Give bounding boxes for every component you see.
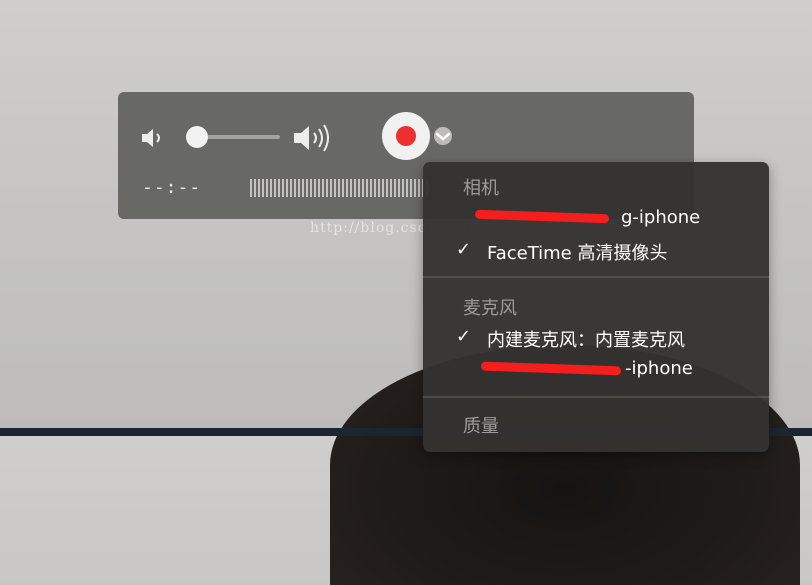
level-meter-bar (306, 179, 308, 197)
quality-section-header: 质量 (463, 416, 499, 437)
level-meter-bar (414, 179, 416, 197)
level-meter-bar (406, 179, 408, 197)
camera-option-facetime[interactable]: FaceTime 高清摄像头 (487, 239, 667, 265)
level-meter-bar (394, 179, 396, 197)
level-meter-bar (282, 179, 284, 197)
level-meter-bar (346, 179, 348, 197)
level-meter-bar (362, 179, 364, 197)
microphone-section-header: 麦克风 (463, 298, 517, 319)
menu-separator (423, 396, 769, 398)
level-meter-bar (358, 179, 360, 197)
menu-separator (423, 276, 769, 278)
level-meter-bar (418, 179, 420, 197)
volume-slider-track[interactable] (196, 135, 280, 139)
recording-options-menu: 相机 g-iphone ✓ FaceTime 高清摄像头 麦克风 ✓ 内建麦克风… (423, 162, 769, 452)
record-button[interactable] (382, 112, 430, 160)
level-meter-bar (342, 179, 344, 197)
level-meter-bar (294, 179, 296, 197)
level-meter-bar (262, 179, 264, 197)
level-meter-bar (250, 179, 252, 197)
level-meter-bar (258, 179, 260, 197)
level-meter-bar (338, 179, 340, 197)
checkmark-icon: ✓ (456, 326, 472, 347)
level-meter-bar (378, 179, 380, 197)
level-meter-bar (386, 179, 388, 197)
level-meter-bar (330, 179, 332, 197)
level-meter-bar (318, 179, 320, 197)
level-meter-bar (350, 179, 352, 197)
speaker-high-icon[interactable] (292, 122, 336, 154)
level-meter-bar (286, 179, 288, 197)
level-meter-bar (290, 179, 292, 197)
level-meter-bar (310, 179, 312, 197)
level-meter-bar (398, 179, 400, 197)
camera-section-header: 相机 (463, 178, 499, 199)
level-meter-bar (334, 179, 336, 197)
speaker-low-icon[interactable] (140, 126, 166, 150)
level-meter-bar (322, 179, 324, 197)
level-meter-bar (366, 179, 368, 197)
microphone-option-builtin[interactable]: 内建麦克风：内置麦克风 (487, 326, 685, 352)
microphone-option-iphone-label: -iphone (625, 358, 693, 379)
level-meter-bar (302, 179, 304, 197)
level-meter-bar (354, 179, 356, 197)
level-meter-bar (270, 179, 272, 197)
level-meter-bar (390, 179, 392, 197)
level-meter-bar (314, 179, 316, 197)
level-meter-bar (382, 179, 384, 197)
level-meter-bar (326, 179, 328, 197)
level-meter-bar (374, 179, 376, 197)
level-meter-bar (274, 179, 276, 197)
level-meter-bar (278, 179, 280, 197)
camera-option-iphone-label: g-iphone (621, 207, 701, 228)
level-meter-bar (254, 179, 256, 197)
checkmark-icon: ✓ (456, 239, 472, 260)
level-meter-bar (298, 179, 300, 197)
level-meter-bar (402, 179, 404, 197)
audio-level-meter (250, 179, 430, 197)
level-meter-bar (370, 179, 372, 197)
chevron-down-icon[interactable] (431, 127, 455, 145)
level-meter-bar (410, 179, 412, 197)
volume-slider-knob[interactable] (186, 126, 208, 148)
time-display: --:-- (142, 177, 202, 198)
level-meter-bar (266, 179, 268, 197)
record-icon (396, 126, 416, 146)
